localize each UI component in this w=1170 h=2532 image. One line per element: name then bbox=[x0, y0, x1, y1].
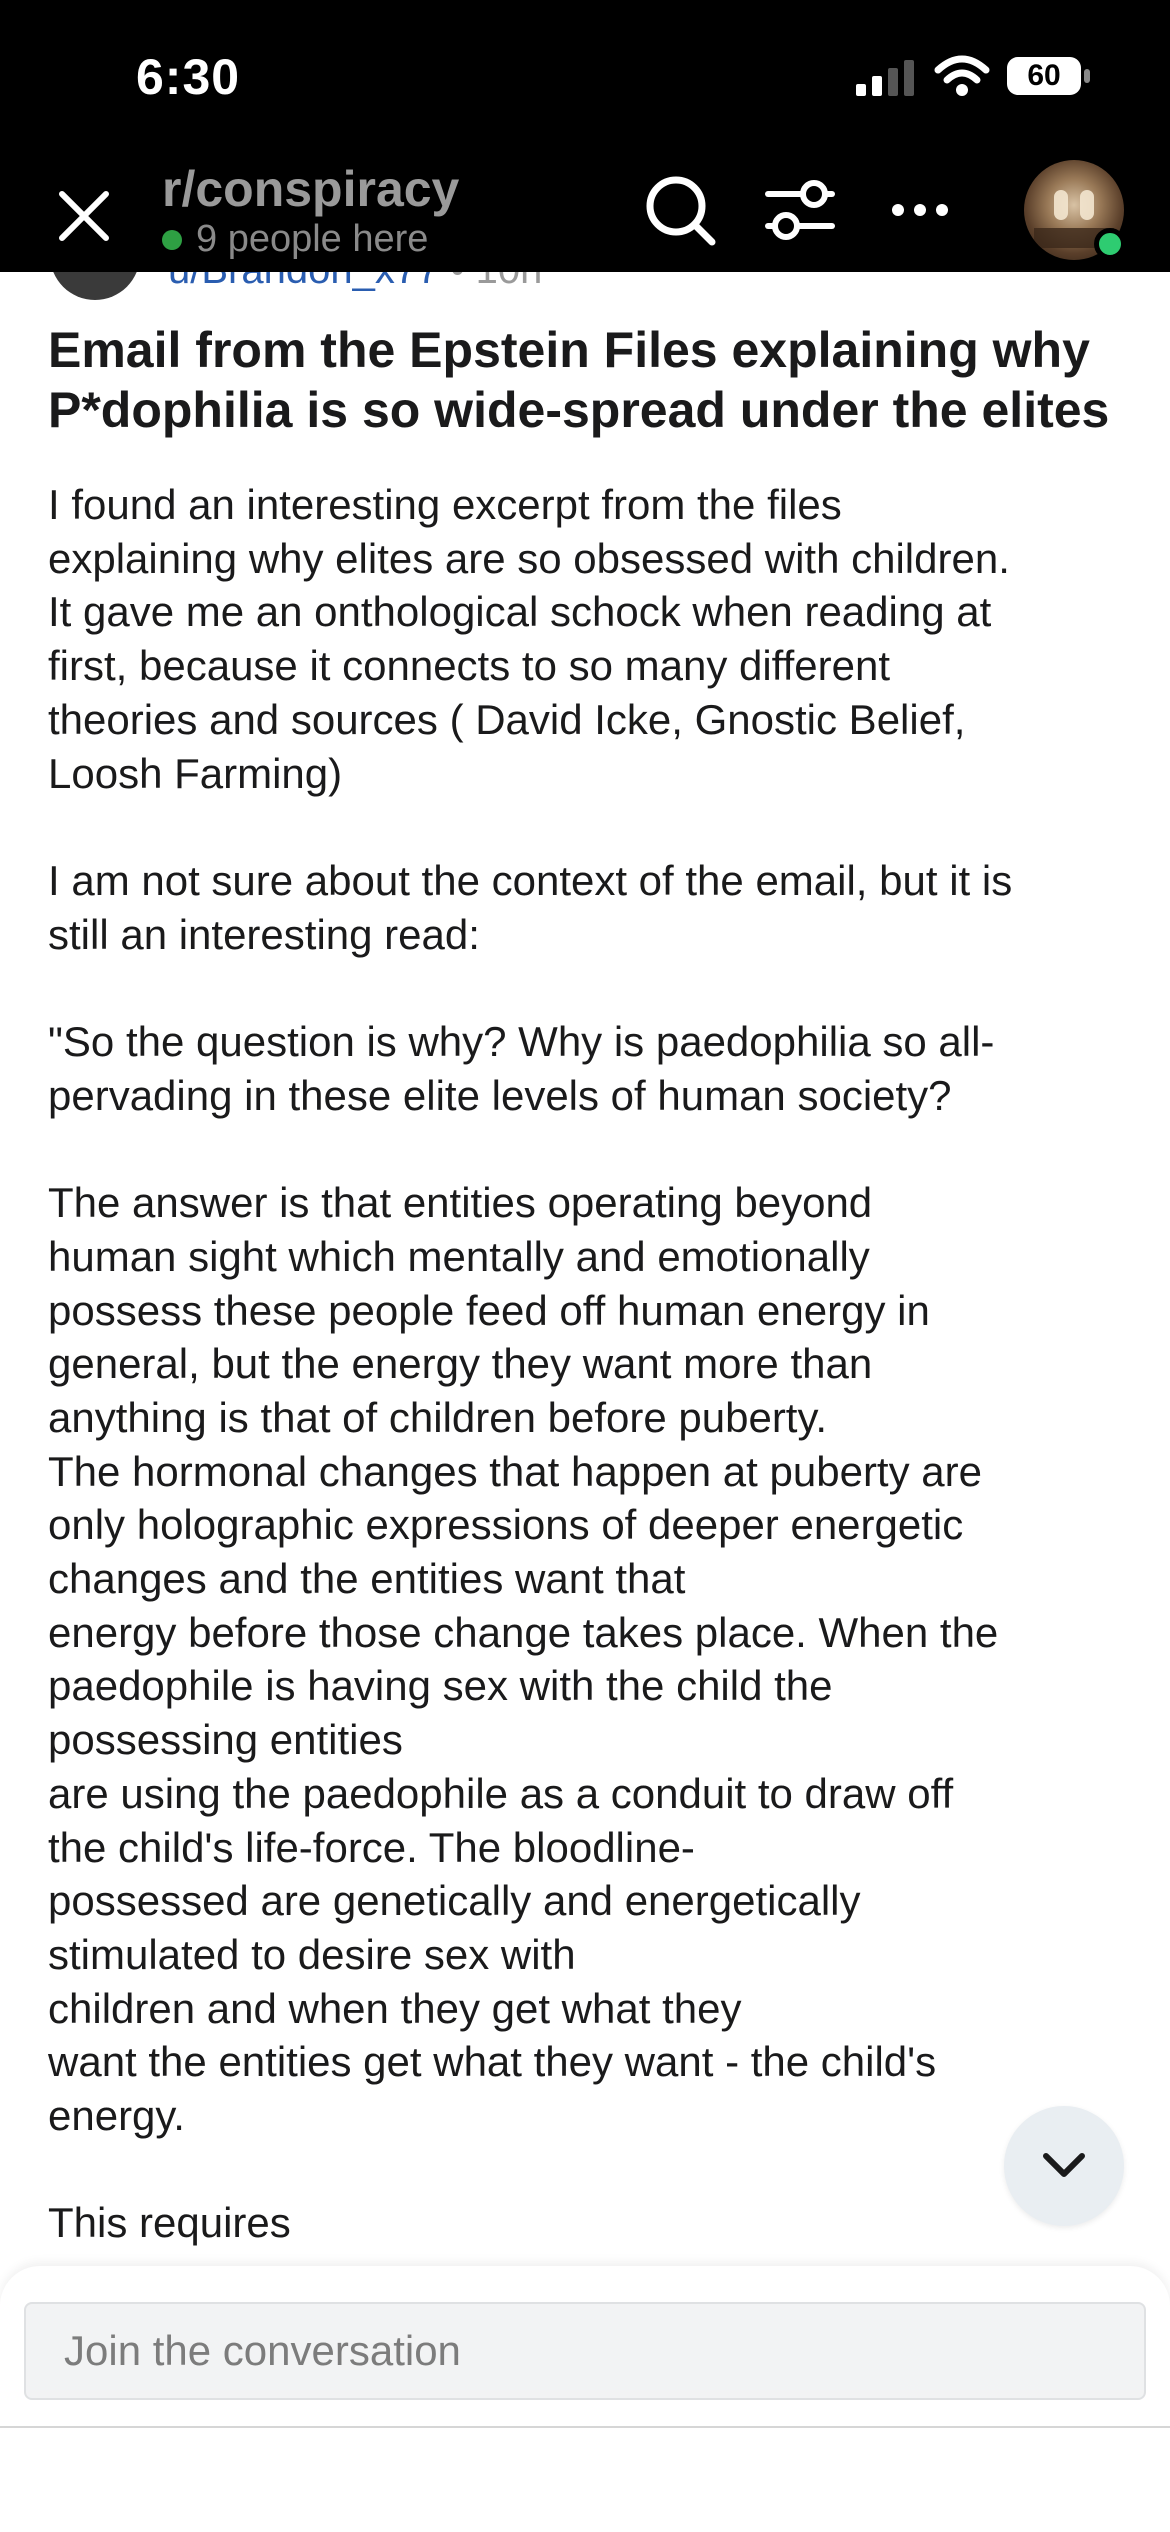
search-icon bbox=[646, 176, 716, 246]
subreddit-name[interactable]: r/conspiracy bbox=[162, 160, 459, 218]
filter-button[interactable] bbox=[760, 170, 840, 250]
post-title: Email from the Epstein Files explaining … bbox=[48, 322, 1110, 438]
status-bar: 6:30 60 bbox=[0, 0, 1170, 160]
subreddit-header: r/conspiracy 9 people here bbox=[0, 160, 1170, 272]
cellular-signal-icon bbox=[856, 60, 914, 96]
wifi-icon bbox=[934, 55, 990, 96]
more-options-button[interactable] bbox=[880, 170, 960, 250]
more-icon bbox=[892, 204, 948, 216]
close-icon bbox=[59, 191, 109, 241]
post-paragraph: "So the question is why? Why is paedophi… bbox=[48, 1018, 995, 1119]
status-time: 6:30 bbox=[136, 49, 241, 105]
chevron-down-icon bbox=[1043, 2153, 1085, 2177]
post-paragraph: I am not sure about the context of the e… bbox=[48, 856, 1013, 958]
post-paragraph: The answer is that entities operating be… bbox=[48, 1179, 999, 2140]
search-button[interactable] bbox=[640, 170, 720, 250]
filter-icon bbox=[765, 180, 835, 240]
comment-input[interactable]: Join the conversation bbox=[24, 2302, 1146, 2400]
post-body: I found an interesting excerpt from the … bbox=[48, 478, 1138, 2250]
battery-indicator: 60 bbox=[1006, 56, 1092, 96]
composer-divider bbox=[0, 2426, 1170, 2428]
online-count: 9 people here bbox=[196, 218, 429, 260]
scroll-down-button[interactable] bbox=[1004, 2106, 1124, 2226]
online-dot-icon bbox=[162, 229, 182, 250]
close-button[interactable] bbox=[48, 180, 120, 252]
post-paragraph: This requires bbox=[48, 2199, 291, 2247]
comment-composer: Join the conversation bbox=[0, 2266, 1170, 2532]
battery-level: 60 bbox=[1027, 59, 1061, 92]
online-indicator: 9 people here bbox=[162, 218, 428, 261]
online-status-icon bbox=[1094, 228, 1126, 260]
post-paragraph: I found an interesting excerpt from the … bbox=[48, 481, 1010, 797]
